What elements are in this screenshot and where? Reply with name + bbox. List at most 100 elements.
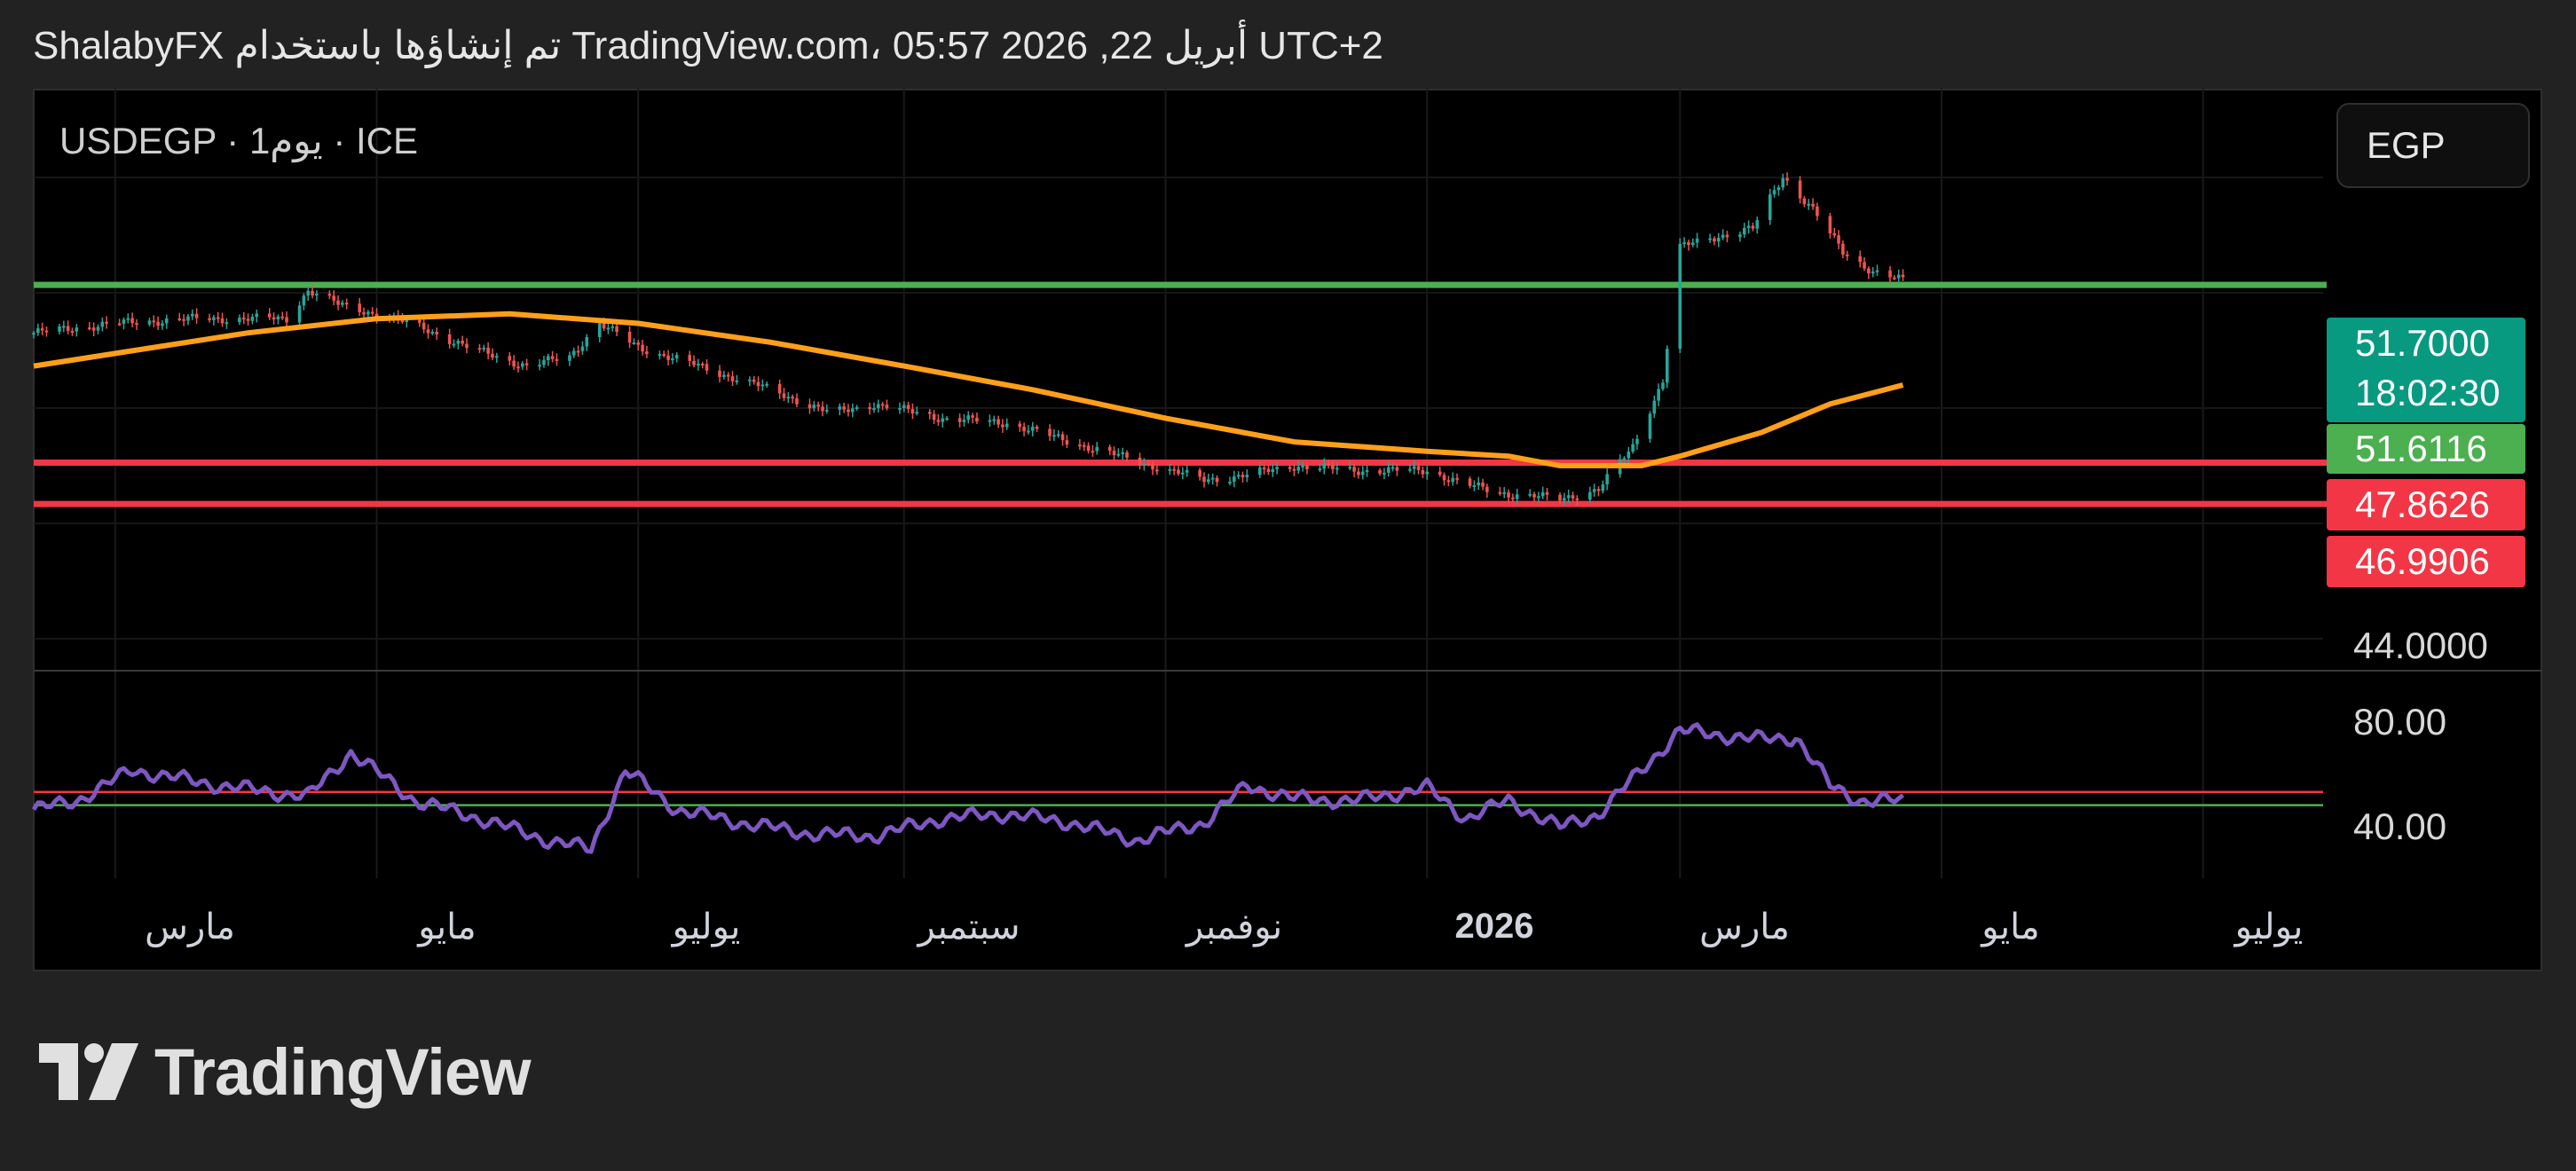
candle-body-3 (44, 330, 49, 333)
x-label-mar-2026: مارس (1699, 908, 1790, 947)
candle-body-136 (847, 409, 850, 413)
candle-body-18 (135, 323, 138, 326)
candle-body-109 (688, 355, 692, 361)
candle-body-66 (426, 329, 430, 334)
candle-body-215 (1322, 463, 1327, 469)
candle-body-35 (241, 318, 246, 320)
candle-body-201 (1236, 475, 1241, 477)
candle-body-45 (302, 295, 306, 306)
candle-body-148 (915, 412, 919, 414)
candle-body-1 (36, 328, 40, 334)
candle-body-182 (1121, 452, 1124, 454)
candle-body-301 (1837, 235, 1840, 244)
candle-body-242 (1481, 483, 1485, 487)
candle-body-5 (62, 326, 66, 328)
candle-body-133 (825, 409, 829, 412)
candle-body-72 (461, 341, 464, 344)
candle-body-229 (1408, 468, 1412, 471)
candle-body-297 (1811, 203, 1815, 207)
candle-body-40 (272, 317, 276, 320)
candle-body-24 (177, 318, 182, 320)
candle-body-253 (1545, 491, 1549, 495)
candle-body-189 (1168, 468, 1172, 471)
candle-body-216 (1327, 463, 1330, 466)
candle-body-96 (606, 327, 611, 330)
candle-body-127 (791, 397, 794, 399)
candle-body-77 (491, 353, 494, 358)
candle-body-130 (812, 405, 816, 409)
candle-body-48 (315, 294, 319, 296)
candle-body-304 (1858, 255, 1863, 263)
candle-body-222 (1360, 471, 1365, 475)
candle-body-279 (1708, 238, 1712, 240)
price-chart[interactable] (0, 0, 2576, 1171)
candle-body-84 (538, 365, 541, 367)
candle-body-100 (632, 342, 636, 345)
candle-body-294 (1798, 180, 1802, 199)
candle-body-41 (276, 316, 280, 320)
candle-body-118 (735, 380, 739, 382)
candle-body-194 (1198, 469, 1201, 477)
candle-body-69 (447, 334, 452, 344)
candle-body-155 (962, 420, 966, 422)
candle-body-238 (1455, 477, 1459, 480)
candle-body-261 (1596, 489, 1601, 491)
candle-body-241 (1477, 483, 1481, 485)
candle-body-206 (1266, 468, 1271, 473)
candle-body-167 (1030, 426, 1035, 431)
candle-body-123 (765, 383, 768, 386)
candle-body-110 (692, 360, 696, 365)
candle-body-268 (1635, 438, 1639, 444)
candle-body-29 (208, 318, 211, 320)
candle-body-296 (1807, 203, 1811, 206)
candle-body-237 (1451, 477, 1455, 483)
candle-body-306 (1867, 268, 1871, 274)
candle-body-75 (482, 347, 486, 350)
candle-body-283 (1725, 234, 1729, 238)
candle-body-284 (1738, 234, 1742, 238)
candle-body-83 (524, 363, 529, 365)
candle-body-288 (1755, 220, 1760, 229)
candle-body-121 (756, 381, 760, 387)
candle-body-99 (627, 332, 632, 343)
candle-body-115 (722, 374, 726, 377)
candle-body-141 (876, 404, 880, 409)
candle-body-232 (1421, 469, 1425, 475)
candle-body-26 (186, 316, 190, 321)
candle-body-184 (1138, 457, 1142, 466)
candle-body-171 (1056, 434, 1060, 436)
candle-body-282 (1721, 234, 1725, 239)
candle-body-135 (842, 406, 846, 410)
candle-body-153 (945, 418, 949, 420)
candle-body-32 (220, 318, 225, 324)
candle-body-172 (1060, 434, 1065, 441)
candle-body-11 (96, 326, 100, 331)
candle-body-251 (1537, 496, 1540, 499)
candle-body-55 (362, 312, 366, 315)
candle-body-190 (1172, 468, 1176, 471)
candle-body-31 (216, 317, 220, 319)
candle-body-174 (1078, 444, 1082, 447)
candle-body-231 (1416, 466, 1421, 470)
candle-body-16 (126, 318, 130, 320)
symbol-label[interactable]: USDEGP · 1يوم · ICE (59, 119, 418, 162)
candle-body-91 (576, 350, 580, 353)
candle-body-158 (975, 417, 979, 422)
candle-body-39 (267, 313, 272, 318)
candle-body-122 (760, 384, 765, 387)
candle-body-162 (1001, 424, 1004, 428)
candle-body-98 (615, 326, 618, 333)
tradingview-brand[interactable]: TradingView (39, 1035, 532, 1109)
candle-body-299 (1828, 216, 1832, 233)
candle-body-44 (297, 305, 302, 323)
currency-button[interactable]: EGP (2336, 103, 2530, 188)
candle-body-21 (156, 321, 160, 326)
countdown-value: 18:02:30 (2355, 372, 2501, 413)
candle-body-281 (1716, 238, 1721, 242)
candle-body-240 (1472, 484, 1477, 487)
candle-body-47 (311, 290, 314, 296)
candle-body-173 (1065, 440, 1069, 445)
candle-body-176 (1086, 445, 1091, 452)
candle-body-203 (1245, 475, 1249, 478)
candle-body-214 (1318, 468, 1322, 471)
